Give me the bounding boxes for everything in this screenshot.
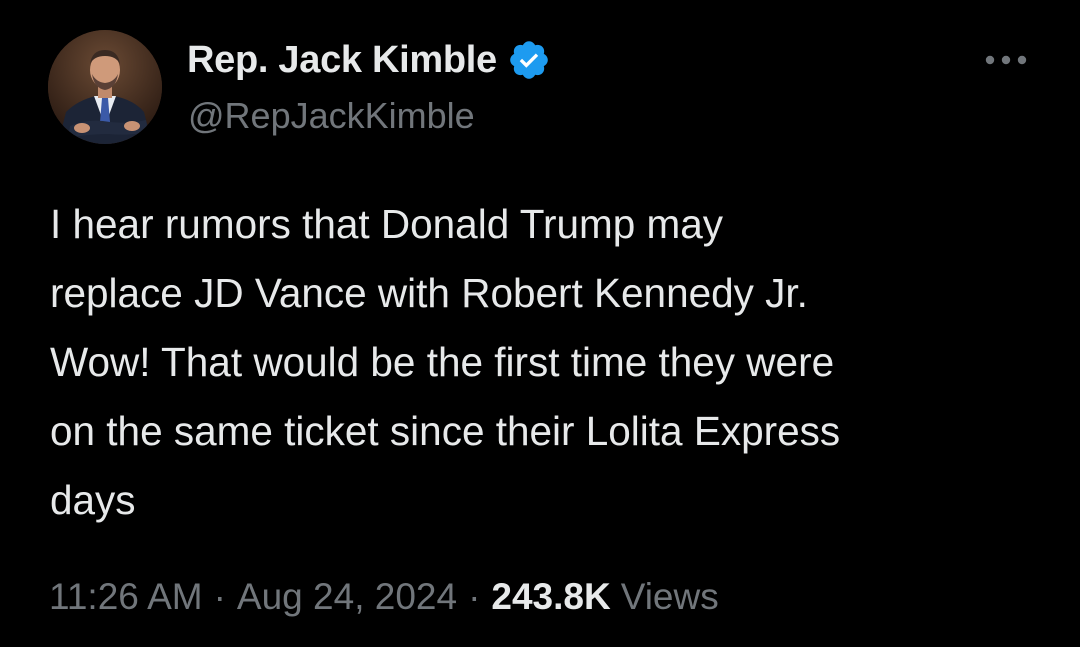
author-avatar[interactable] — [48, 30, 162, 144]
tweet-date[interactable]: Aug 24, 2024 — [237, 576, 457, 618]
author-name-row[interactable]: Rep. Jack Kimble — [187, 36, 551, 84]
tweet-card: Rep. Jack Kimble @RepJackKimble I hear r… — [0, 0, 1080, 647]
author-handle[interactable]: @RepJackKimble — [188, 95, 475, 137]
tweet-text: I hear rumors that Donald Trump may repl… — [50, 201, 841, 523]
meta-separator: · — [468, 576, 481, 617]
meta-separator: · — [213, 576, 226, 617]
avatar-image — [48, 30, 162, 144]
verified-badge-icon[interactable] — [507, 38, 551, 82]
views-label: Views — [620, 576, 719, 617]
author-display-name[interactable]: Rep. Jack Kimble — [187, 39, 497, 82]
tweet-time[interactable]: 11:26 AM — [49, 576, 203, 618]
more-options-button[interactable] — [980, 42, 1032, 78]
more-horizontal-icon — [985, 55, 1027, 65]
tweet-meta: 11:26 AM · Aug 24, 2024 · 243.8K Views — [49, 576, 719, 618]
views-count[interactable]: 243.8K — [491, 576, 610, 618]
